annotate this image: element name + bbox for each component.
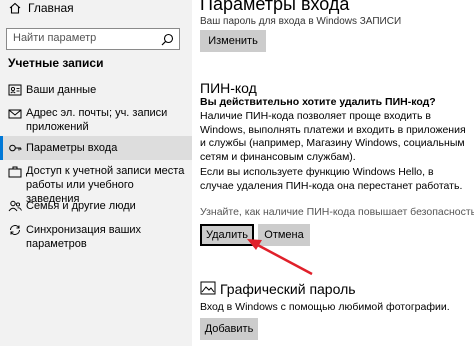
sidebar-item-your-info[interactable]: Ваши данные bbox=[0, 80, 192, 100]
home-icon bbox=[9, 2, 21, 14]
pin-question: Вы действительно хотите удалить ПИН-код? bbox=[200, 96, 436, 108]
sidebar-item-sign-in-options[interactable]: Параметры входа bbox=[0, 136, 192, 160]
learn-more-link[interactable]: Узнайте, как наличие ПИН-кода повышает б… bbox=[200, 206, 474, 218]
pin-description: Наличие ПИН-кода позволяет проще входить… bbox=[200, 110, 466, 163]
change-password-button[interactable]: Изменить bbox=[200, 30, 266, 52]
sidebar-item-sync[interactable]: Синхронизация ваших параметров bbox=[0, 222, 192, 250]
main-panel: Параметры входа Ваш пароль для входа в W… bbox=[192, 0, 474, 346]
briefcase-icon bbox=[8, 166, 22, 178]
sidebar-item-label: Параметры входа bbox=[26, 142, 118, 154]
sidebar-item-label: Семья и другие люди bbox=[26, 200, 136, 212]
cancel-button[interactable]: Отмена bbox=[258, 224, 310, 246]
search-input[interactable]: Найти параметр bbox=[6, 28, 180, 50]
sidebar-item-email-accounts[interactable]: Адрес эл. почты; уч. записи приложений bbox=[0, 104, 192, 136]
home-label: Главная bbox=[28, 1, 74, 15]
sidebar: Главная Найти параметр Учетные записи Ва… bbox=[0, 0, 192, 346]
add-picture-password-button[interactable]: Добавить bbox=[200, 318, 258, 340]
picture-icon bbox=[200, 281, 216, 295]
delete-pin-button[interactable]: Удалить bbox=[200, 224, 254, 246]
sidebar-item-family[interactable]: Семья и другие люди bbox=[0, 198, 192, 216]
section-title: Учетные записи bbox=[8, 56, 104, 70]
pin-heading: ПИН-код bbox=[200, 80, 257, 96]
mail-icon bbox=[8, 109, 22, 119]
sidebar-item-label: Синхронизация ваших параметров bbox=[26, 224, 142, 250]
active-indicator bbox=[0, 136, 3, 160]
search-placeholder: Найти параметр bbox=[13, 32, 97, 44]
picture-password-description: Вход в Windows с помощью любимой фотогра… bbox=[200, 301, 450, 313]
sidebar-item-label: Адрес эл. почты; уч. записи приложений bbox=[26, 107, 168, 133]
people-icon bbox=[8, 200, 22, 212]
sidebar-item-label: Ваши данные bbox=[26, 84, 97, 96]
key-icon bbox=[9, 144, 22, 152]
home-link[interactable]: Главная bbox=[8, 0, 74, 16]
user-card-icon bbox=[8, 84, 22, 96]
password-hint-text: Ваш пароль для входа в Windows ЗАПИСИ bbox=[200, 16, 402, 27]
search-icon[interactable] bbox=[161, 33, 174, 46]
sidebar-item-work-access[interactable]: Доступ к учетной записи места работы или… bbox=[0, 162, 192, 205]
hello-note: Если вы используете функцию Windows Hell… bbox=[200, 166, 463, 192]
page-title: Параметры входа bbox=[200, 0, 350, 14]
picture-password-heading: Графический пароль bbox=[220, 281, 356, 297]
sync-icon bbox=[10, 225, 20, 235]
